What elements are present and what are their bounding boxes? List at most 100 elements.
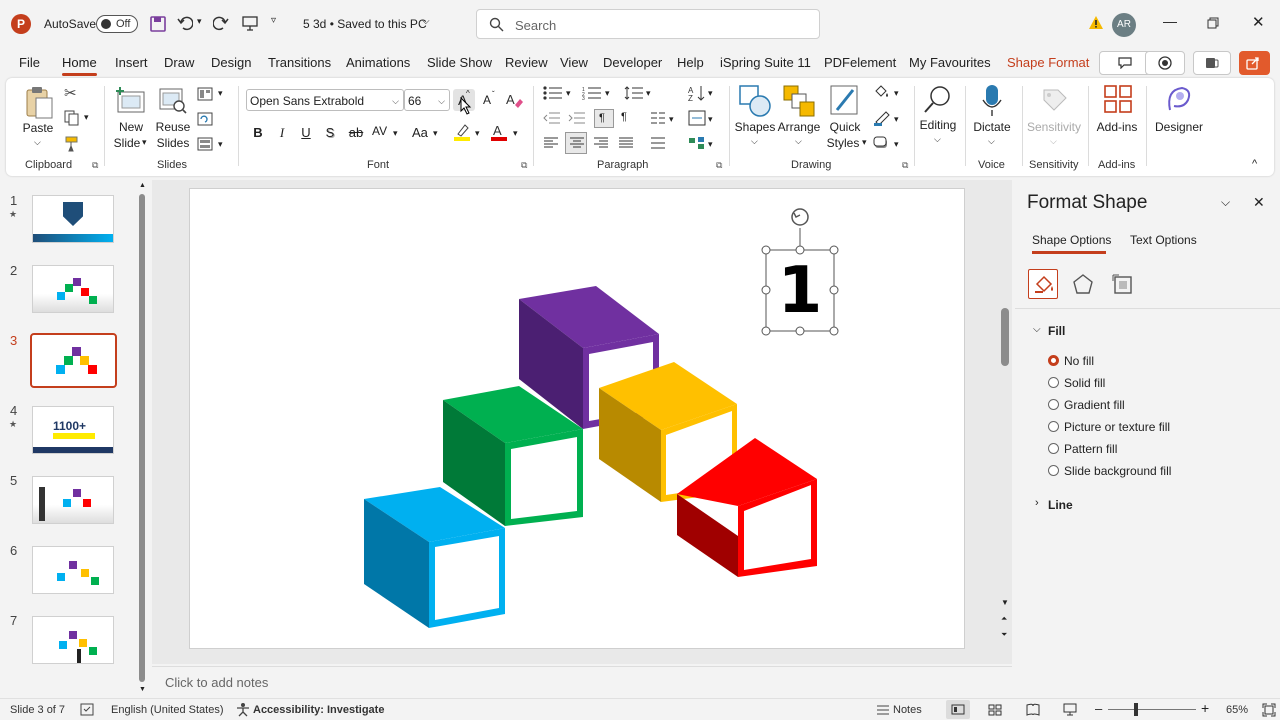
shapes-icon[interactable] [738, 84, 772, 118]
designer-icon[interactable] [1164, 84, 1194, 116]
text-direction-dropdown-icon[interactable]: ▾ [708, 88, 713, 99]
reuse-slides-icon[interactable] [158, 86, 188, 114]
line-spacing-dropdown-icon[interactable]: ▾ [646, 88, 651, 99]
rotate-handle-icon[interactable] [791, 208, 809, 226]
accessibility-icon[interactable] [236, 703, 250, 717]
warning-icon[interactable] [1088, 15, 1104, 31]
effects-pentagon-icon[interactable] [1071, 273, 1095, 295]
title-chevron-down-icon[interactable]: ⌵ [422, 16, 430, 27]
restore-icon[interactable] [1207, 17, 1219, 29]
section-icon[interactable] [197, 137, 213, 151]
section-dropdown-icon[interactable]: ▾ [218, 139, 223, 150]
previous-slide-icon[interactable]: ⏶ [1001, 614, 1007, 624]
scroll-down-icon[interactable]: ▼ [1001, 598, 1009, 607]
arrange-label[interactable]: Arrange [776, 120, 822, 134]
editing-dropdown-icon[interactable]: ⌵ [934, 134, 941, 145]
tab-text-options[interactable]: Text Options [1130, 233, 1197, 247]
align-text-dropdown-icon[interactable]: ▾ [708, 114, 713, 125]
quick-styles-label[interactable]: Quick [824, 120, 866, 134]
slide-sorter-icon[interactable] [988, 704, 1002, 716]
textbox-number[interactable]: 1 [766, 254, 834, 328]
record-button[interactable] [1145, 51, 1185, 75]
size-properties-icon[interactable] [1111, 273, 1135, 295]
font-launcher-icon[interactable]: ⧉ [521, 160, 527, 171]
shape-fill-icon[interactable] [873, 84, 891, 100]
avatar[interactable]: AR [1112, 13, 1136, 37]
menu-my-favourites[interactable]: My Favourites [909, 55, 991, 70]
reset-icon[interactable] [197, 112, 213, 126]
layout-icon[interactable] [197, 87, 213, 101]
save-icon[interactable] [150, 16, 166, 32]
shape-outline-icon[interactable] [873, 110, 891, 126]
canvas-scroll-thumb[interactable] [1001, 308, 1009, 366]
close-pane-icon[interactable]: ✕ [1253, 194, 1265, 211]
undo-dropdown-icon[interactable]: ▾ [197, 16, 202, 27]
menu-file[interactable]: File [19, 55, 40, 70]
zoom-level[interactable]: 65% [1226, 704, 1248, 716]
spelling-check-icon[interactable] [80, 703, 94, 716]
menu-insert[interactable]: Insert [115, 55, 148, 70]
document-title[interactable]: 5 3d • Saved to this PC [303, 17, 427, 31]
menu-draw[interactable]: Draw [164, 55, 194, 70]
slide-background-fill-label[interactable]: Slide background fill [1064, 464, 1171, 478]
menu-pdfelement[interactable]: PDFelement [824, 55, 896, 70]
canvas-scrollbar[interactable]: ▼ ⏶ ⏷ [1001, 184, 1011, 640]
paste-dropdown-icon[interactable]: ⌵ [34, 137, 41, 148]
teams-button[interactable] [1193, 51, 1231, 75]
justify-icon[interactable] [618, 137, 634, 149]
numbering-icon[interactable]: 123 [582, 86, 602, 100]
solid-fill-radio[interactable] [1048, 377, 1059, 388]
increase-indent-icon[interactable] [568, 112, 586, 124]
strikethrough-button[interactable]: ab [345, 125, 367, 140]
slide-show-view-icon[interactable] [1063, 703, 1077, 716]
columns-icon[interactable] [650, 112, 666, 124]
shadow-button[interactable]: S [321, 125, 339, 140]
numbering-dropdown-icon[interactable]: ▾ [605, 88, 610, 99]
spacing-dropdown-icon[interactable]: ▾ [393, 128, 398, 139]
solid-fill-label[interactable]: Solid fill [1064, 376, 1105, 390]
slide-thumbnail-4[interactable]: 1100+ [32, 406, 114, 454]
line-section-header[interactable]: Line [1048, 498, 1073, 512]
no-fill-label[interactable]: No fill [1064, 354, 1094, 368]
slide-thumbnail-2[interactable] [32, 265, 114, 313]
column-spacing-icon[interactable] [650, 136, 666, 150]
align-center-button[interactable] [565, 132, 587, 154]
columns-dropdown-icon[interactable]: ▾ [669, 114, 674, 125]
slide-thumbnail-1[interactable] [32, 195, 114, 243]
paste-icon[interactable] [24, 86, 54, 120]
shape-effects-dropdown-icon[interactable]: ▾ [894, 139, 899, 150]
align-text-icon[interactable] [688, 110, 706, 126]
format-painter-icon[interactable] [64, 136, 80, 152]
bullets-dropdown-icon[interactable]: ▾ [566, 88, 571, 99]
reuse-slides-label[interactable]: Reuse [155, 120, 191, 134]
scroll-up-icon[interactable]: ▲ [139, 182, 146, 189]
align-left-icon[interactable] [543, 137, 559, 149]
menu-animations[interactable]: Animations [346, 55, 410, 70]
line-spacing-icon[interactable] [624, 86, 644, 100]
notes-icon[interactable] [876, 704, 890, 716]
picture-fill-radio[interactable] [1048, 421, 1059, 432]
minimize-icon[interactable]: — [1163, 13, 1177, 29]
clear-formatting-icon[interactable]: A [505, 91, 523, 109]
dictate-label[interactable]: Dictate [970, 120, 1014, 134]
menu-help[interactable]: Help [677, 55, 704, 70]
case-dropdown-icon[interactable]: ▾ [433, 128, 438, 139]
zoom-slider-thumb[interactable] [1134, 703, 1138, 716]
thumbnail-scroll-thumb[interactable] [139, 194, 145, 682]
designer-label[interactable]: Designer [1154, 120, 1204, 134]
pane-options-chevron-icon[interactable]: ⌵ [1221, 195, 1230, 210]
new-slide-label[interactable]: New [114, 120, 148, 134]
collapse-ribbon-icon[interactable]: ^ [1252, 158, 1257, 170]
shape-fill-dropdown-icon[interactable]: ▾ [894, 88, 899, 99]
arrange-icon[interactable] [782, 84, 816, 118]
redo-icon[interactable] [213, 15, 229, 31]
reading-view-icon[interactable] [1026, 703, 1040, 716]
change-case-button[interactable]: Aa [412, 125, 428, 140]
rtl-icon[interactable]: ¶ [621, 111, 627, 123]
character-spacing-button[interactable]: AV [372, 124, 387, 138]
language-indicator[interactable]: English (United States) [111, 704, 224, 716]
dictate-dropdown-icon[interactable]: ⌵ [988, 136, 995, 147]
notes-area[interactable]: Click to add notes [152, 666, 1012, 696]
close-window-icon[interactable]: ✕ [1252, 13, 1265, 31]
accessibility-status[interactable]: Accessibility: Investigate [253, 704, 384, 716]
